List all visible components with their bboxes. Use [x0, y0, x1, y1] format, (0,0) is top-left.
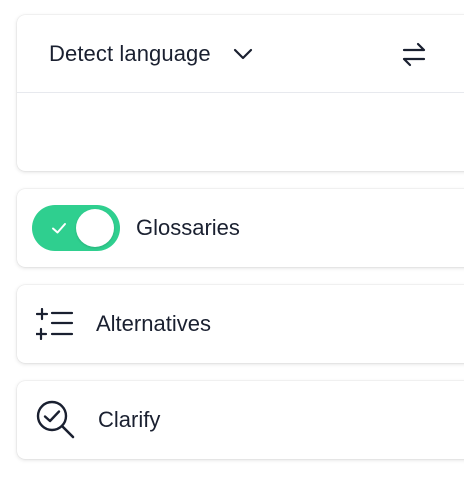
swap-icon[interactable] — [399, 39, 429, 69]
search-check-icon — [36, 400, 76, 440]
source-language-dropdown[interactable]: Detect language — [49, 41, 253, 67]
source-language-label: Detect language — [49, 40, 211, 66]
chevron-down-icon — [233, 47, 253, 61]
clarify-label: Clarify — [98, 407, 161, 432]
source-language-header: Detect language — [17, 15, 464, 93]
glossaries-label: Glossaries — [136, 215, 240, 240]
glossaries-card[interactable]: Glossaries — [17, 189, 464, 267]
clarify-card[interactable]: Clarify — [17, 381, 464, 459]
sparkle-list-icon — [36, 308, 74, 340]
alternatives-label: Alternatives — [96, 311, 211, 336]
check-icon — [51, 220, 67, 236]
glossaries-toggle[interactable] — [32, 205, 120, 251]
source-language-panel: Detect language — [17, 15, 464, 171]
toggle-knob — [76, 209, 114, 247]
alternatives-card[interactable]: Alternatives — [17, 285, 464, 363]
source-text-area[interactable] — [17, 93, 464, 170]
